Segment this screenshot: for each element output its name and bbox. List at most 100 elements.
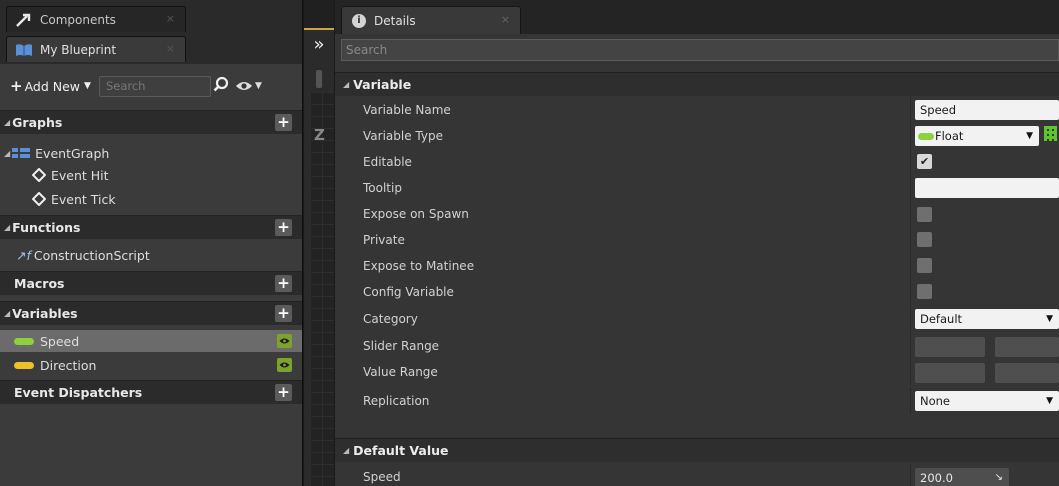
- row-config-variable: Config Variable: [335, 279, 1059, 305]
- add-graph-button[interactable]: +: [275, 114, 292, 131]
- replication-dropdown[interactable]: None ▼: [915, 391, 1059, 411]
- column-divider[interactable]: [910, 253, 911, 279]
- property-label: Category: [363, 312, 418, 326]
- property-label: Value Range: [363, 365, 438, 379]
- column-divider[interactable]: [910, 359, 911, 385]
- list-item-event-hit[interactable]: Event Hit: [0, 164, 302, 186]
- row-variable-type: Variable Type Float ▼: [335, 123, 1059, 149]
- visibility-eye-icon[interactable]: [277, 358, 292, 372]
- my-blueprint-panel: + Add New ▼ Search ▼ ◢ Graphs + ◢ EventG…: [0, 64, 302, 486]
- tooltip-field[interactable]: [915, 178, 1059, 198]
- search-input[interactable]: Search: [98, 75, 211, 97]
- variable-item-speed[interactable]: Speed: [0, 330, 302, 352]
- section-title: Default Value: [353, 443, 449, 458]
- section-default-value[interactable]: ◢ Default Value: [335, 438, 1059, 462]
- variable-name-field[interactable]: Speed: [915, 100, 1059, 120]
- splitter-grip[interactable]: [316, 70, 322, 88]
- column-divider[interactable]: [910, 227, 911, 253]
- property-label: Expose on Spawn: [363, 207, 469, 221]
- column-divider[interactable]: [910, 388, 911, 414]
- expand-panel-button[interactable]: »: [306, 34, 332, 62]
- config-variable-checkbox[interactable]: [917, 284, 932, 299]
- column-divider[interactable]: [910, 175, 911, 201]
- container-type-grid-icon[interactable]: [1044, 126, 1057, 141]
- graph-watermark-letter: Z: [314, 126, 325, 144]
- property-label: Tooltip: [363, 181, 402, 195]
- category-event-dispatchers[interactable]: Event Dispatchers +: [0, 380, 302, 404]
- chevron-down-icon: ▼: [1046, 396, 1053, 406]
- tab-details[interactable]: i Details ×: [341, 6, 521, 34]
- list-item-label: EventGraph: [35, 145, 110, 161]
- section-title: Variable: [353, 77, 412, 92]
- category-dropdown[interactable]: Default ▼: [915, 309, 1059, 329]
- property-label: Private: [363, 233, 405, 247]
- column-divider[interactable]: [910, 306, 911, 332]
- value-range-max-field[interactable]: [995, 363, 1059, 383]
- expand-triangle-icon: ◢: [4, 118, 11, 127]
- add-event-dispatcher-button[interactable]: +: [275, 384, 292, 401]
- column-divider[interactable]: [910, 279, 911, 305]
- category-graphs[interactable]: ◢ Graphs +: [0, 110, 302, 134]
- property-label: Speed: [363, 470, 401, 484]
- list-item-construction-script[interactable]: ↗f ConstructionScript: [0, 244, 302, 266]
- close-icon[interactable]: ×: [166, 12, 175, 25]
- column-divider[interactable]: [910, 201, 911, 227]
- slider-range-min-field[interactable]: [915, 337, 985, 357]
- row-variable-name: Variable Name Speed: [335, 97, 1059, 123]
- blueprint-book-icon: [15, 43, 33, 57]
- list-item-event-tick[interactable]: Event Tick: [0, 188, 302, 210]
- category-functions[interactable]: ◢ Functions +: [0, 215, 302, 239]
- tab-components[interactable]: Components ×: [6, 6, 186, 32]
- add-variable-button[interactable]: +: [275, 305, 292, 322]
- visibility-eye-icon[interactable]: [277, 334, 292, 348]
- close-icon[interactable]: ×: [166, 42, 175, 55]
- details-body: Search ◢ Variable Variable Name Speed Va…: [335, 34, 1059, 486]
- slider-range-max-field[interactable]: [995, 337, 1059, 357]
- row-expose-to-matinee: Expose to Matinee: [335, 253, 1059, 279]
- view-options-button[interactable]: ▼: [235, 80, 262, 92]
- variable-label: Speed: [40, 333, 80, 349]
- details-panel: i Details × Search ◢ Variable Variable N…: [335, 0, 1059, 486]
- column-divider[interactable]: [910, 97, 911, 123]
- tab-details-label: Details: [374, 13, 416, 28]
- replication-value: None: [920, 394, 951, 408]
- category-macros[interactable]: Macros +: [0, 271, 302, 295]
- value-range-min-field[interactable]: [915, 363, 985, 383]
- list-item-label: Event Hit: [51, 167, 109, 183]
- list-item-event-graph[interactable]: ◢ EventGraph: [0, 142, 302, 164]
- column-divider[interactable]: [910, 333, 911, 359]
- add-macro-button[interactable]: +: [275, 275, 292, 292]
- default-speed-field[interactable]: 200.0 ↘: [915, 468, 1009, 486]
- category-variables[interactable]: ◢ Variables +: [0, 301, 302, 325]
- tab-my-blueprint[interactable]: My Blueprint ×: [6, 36, 186, 62]
- search-icon[interactable]: [213, 76, 229, 96]
- column-divider[interactable]: [910, 149, 911, 175]
- variable-item-direction[interactable]: Direction: [0, 354, 302, 376]
- add-new-label: Add New: [24, 78, 81, 94]
- column-divider[interactable]: [910, 464, 911, 486]
- expose-on-spawn-checkbox[interactable]: [917, 207, 932, 222]
- variable-type-value: Float: [935, 129, 964, 143]
- drag-resize-icon[interactable]: ↘: [995, 468, 1003, 486]
- expand-triangle-icon: ◢: [343, 80, 350, 89]
- property-label: Variable Name: [363, 103, 451, 117]
- close-icon[interactable]: ×: [501, 13, 510, 26]
- add-function-button[interactable]: +: [275, 219, 292, 236]
- variable-type-dropdown[interactable]: Float ▼: [915, 126, 1039, 146]
- category-label: Variables: [12, 306, 78, 321]
- property-label: Variable Type: [363, 129, 443, 143]
- private-checkbox[interactable]: [917, 232, 932, 247]
- column-divider[interactable]: [910, 123, 911, 149]
- event-diamond-icon: [32, 168, 46, 182]
- row-private: Private: [335, 227, 1059, 253]
- list-item-label: Event Tick: [51, 191, 116, 207]
- add-new-button[interactable]: + Add New ▼: [10, 77, 91, 95]
- graph-canvas[interactable]: [310, 92, 334, 486]
- event-graph-icon: [12, 147, 31, 159]
- property-label: Slider Range: [363, 339, 440, 353]
- section-variable[interactable]: ◢ Variable: [335, 72, 1059, 96]
- editable-checkbox[interactable]: ✔: [917, 154, 932, 169]
- left-panel: Components × My Blueprint × + Add New ▼ …: [0, 0, 303, 486]
- expose-to-matinee-checkbox[interactable]: [917, 258, 932, 273]
- details-search-input[interactable]: Search: [341, 39, 1059, 61]
